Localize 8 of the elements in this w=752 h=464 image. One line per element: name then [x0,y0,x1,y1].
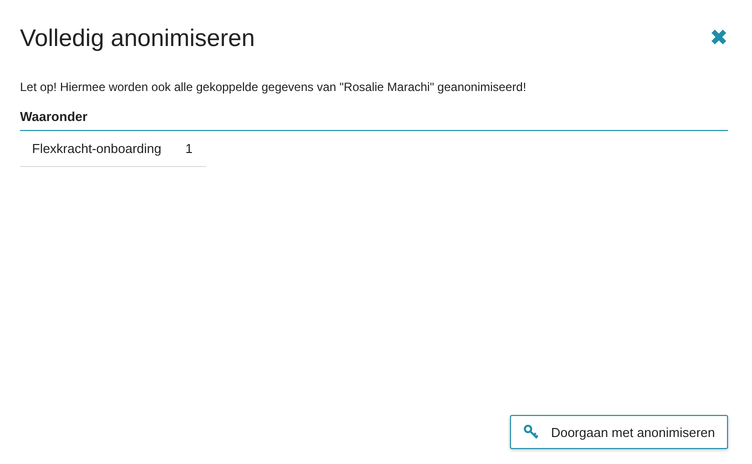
dialog-title: Volledig anonimiseren [20,25,255,53]
warning-text: Let op! Hiermee worden ook alle gekoppelde gegevens van "Rosalie Marachi" geanonimiseerd! [20,80,528,94]
continue-button[interactable]: Doorgaan met anonimiseren [510,415,728,449]
close-button[interactable]: ✖ [710,28,728,50]
section-heading: Waaronder [20,109,728,131]
table-cell: Flexkracht-onboarding [32,141,162,156]
key-icon [522,424,539,440]
table-cell: 1 [185,141,193,156]
